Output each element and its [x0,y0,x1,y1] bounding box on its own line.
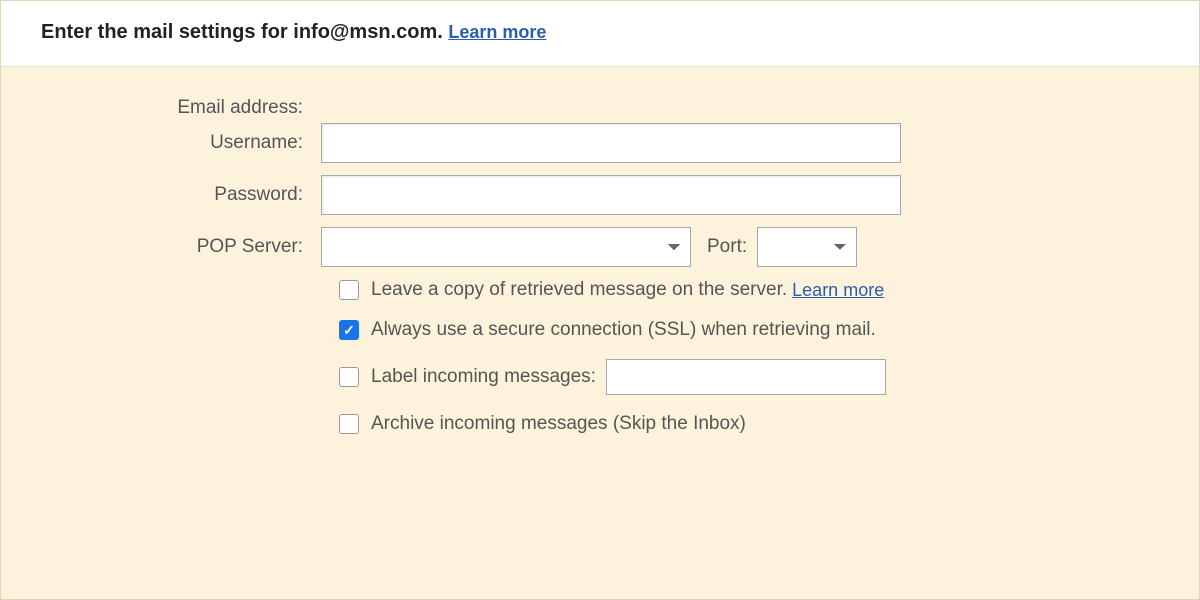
pop-server-select[interactable] [321,227,691,267]
email-address-label: Email address: [41,97,321,119]
leave-copy-learn-more-link[interactable]: Learn more [792,280,884,301]
port-select[interactable] [757,227,857,267]
leave-copy-row: Leave a copy of retrieved message on the… [41,279,1159,301]
password-label: Password: [41,184,321,206]
username-label: Username: [41,132,321,154]
username-row: Username: [41,123,1159,163]
password-input[interactable] [321,175,901,215]
label-incoming-row: Label incoming messages: [41,359,1159,395]
header-email: info@msn.com [293,21,437,43]
leave-copy-checkbox[interactable] [339,280,359,300]
check-icon: ✓ [343,323,355,337]
username-input[interactable] [321,123,901,163]
label-incoming-select[interactable] [606,359,886,395]
header-title: Enter the mail settings for info@msn.com… [41,21,448,43]
leave-copy-label: Leave a copy of retrieved message on the… [371,279,787,301]
header-title-prefix: Enter the mail settings for [41,21,293,43]
label-incoming-label: Label incoming messages: [371,366,596,388]
form-body: Email address: Username: Password: POP S… [1,67,1199,473]
label-incoming-checkbox[interactable] [339,367,359,387]
ssl-checkbox[interactable]: ✓ [339,320,359,340]
archive-label: Archive incoming messages (Skip the Inbo… [371,413,746,435]
mail-settings-dialog: Enter the mail settings for info@msn.com… [0,0,1200,600]
pop-server-label: POP Server: [41,236,321,258]
ssl-row: ✓ Always use a secure connection (SSL) w… [41,319,1159,341]
header-learn-more-link[interactable]: Learn more [448,22,546,42]
dialog-header: Enter the mail settings for info@msn.com… [1,1,1199,67]
ssl-label: Always use a secure connection (SSL) whe… [371,319,876,341]
header-title-suffix: . [437,21,448,43]
archive-checkbox[interactable] [339,414,359,434]
email-address-row: Email address: [41,97,1159,119]
pop-server-row: POP Server: Port: [41,227,1159,267]
archive-row: Archive incoming messages (Skip the Inbo… [41,413,1159,435]
port-label: Port: [707,236,747,258]
password-row: Password: [41,175,1159,215]
